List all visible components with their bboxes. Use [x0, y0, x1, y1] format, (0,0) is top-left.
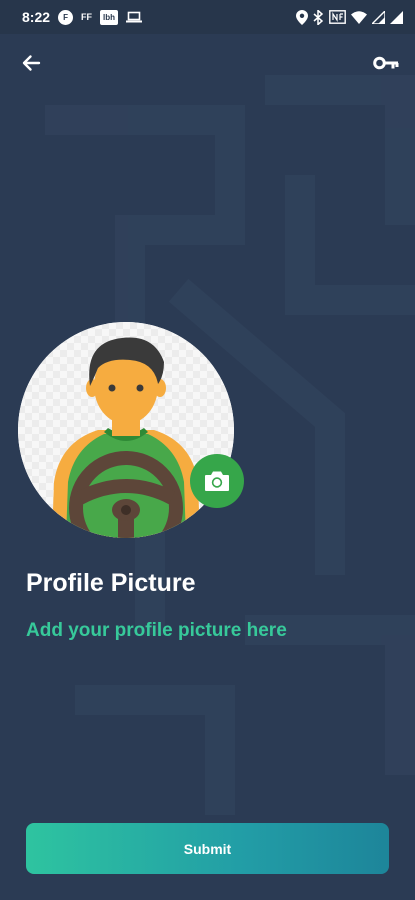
location-icon [296, 9, 308, 25]
profile-picture-screen: 8:22 F FF lbh Profile Picture Add your p… [0, 0, 415, 900]
status-time: 8:22 [22, 9, 51, 25]
driver-avatar-icon [18, 322, 234, 538]
key-button[interactable] [371, 48, 401, 78]
ff-icon: FF [81, 12, 93, 22]
lbh-icon: lbh [100, 9, 119, 25]
status-right [296, 9, 403, 25]
back-arrow-icon [22, 55, 41, 71]
notification-f-icon: F [58, 9, 74, 25]
nfc-icon [329, 10, 346, 24]
bluetooth-icon [313, 9, 324, 25]
camera-icon [205, 471, 229, 491]
app-bar [0, 40, 415, 84]
status-left: 8:22 F FF lbh [22, 9, 143, 25]
signal-icon [390, 10, 403, 24]
wifi-icon [351, 10, 367, 24]
avatar[interactable] [18, 322, 234, 538]
profile-picture-picker[interactable] [18, 322, 244, 538]
camera-button[interactable] [190, 454, 244, 508]
page-subtitle: Add your profile picture here [26, 620, 287, 641]
signal-icon [372, 10, 385, 24]
submit-button[interactable]: Submit [26, 823, 389, 874]
key-icon [373, 56, 399, 70]
back-button[interactable] [16, 48, 46, 78]
page-title: Profile Picture [26, 569, 196, 597]
status-bar: 8:22 F FF lbh [0, 0, 415, 34]
laptop-icon [126, 11, 143, 23]
